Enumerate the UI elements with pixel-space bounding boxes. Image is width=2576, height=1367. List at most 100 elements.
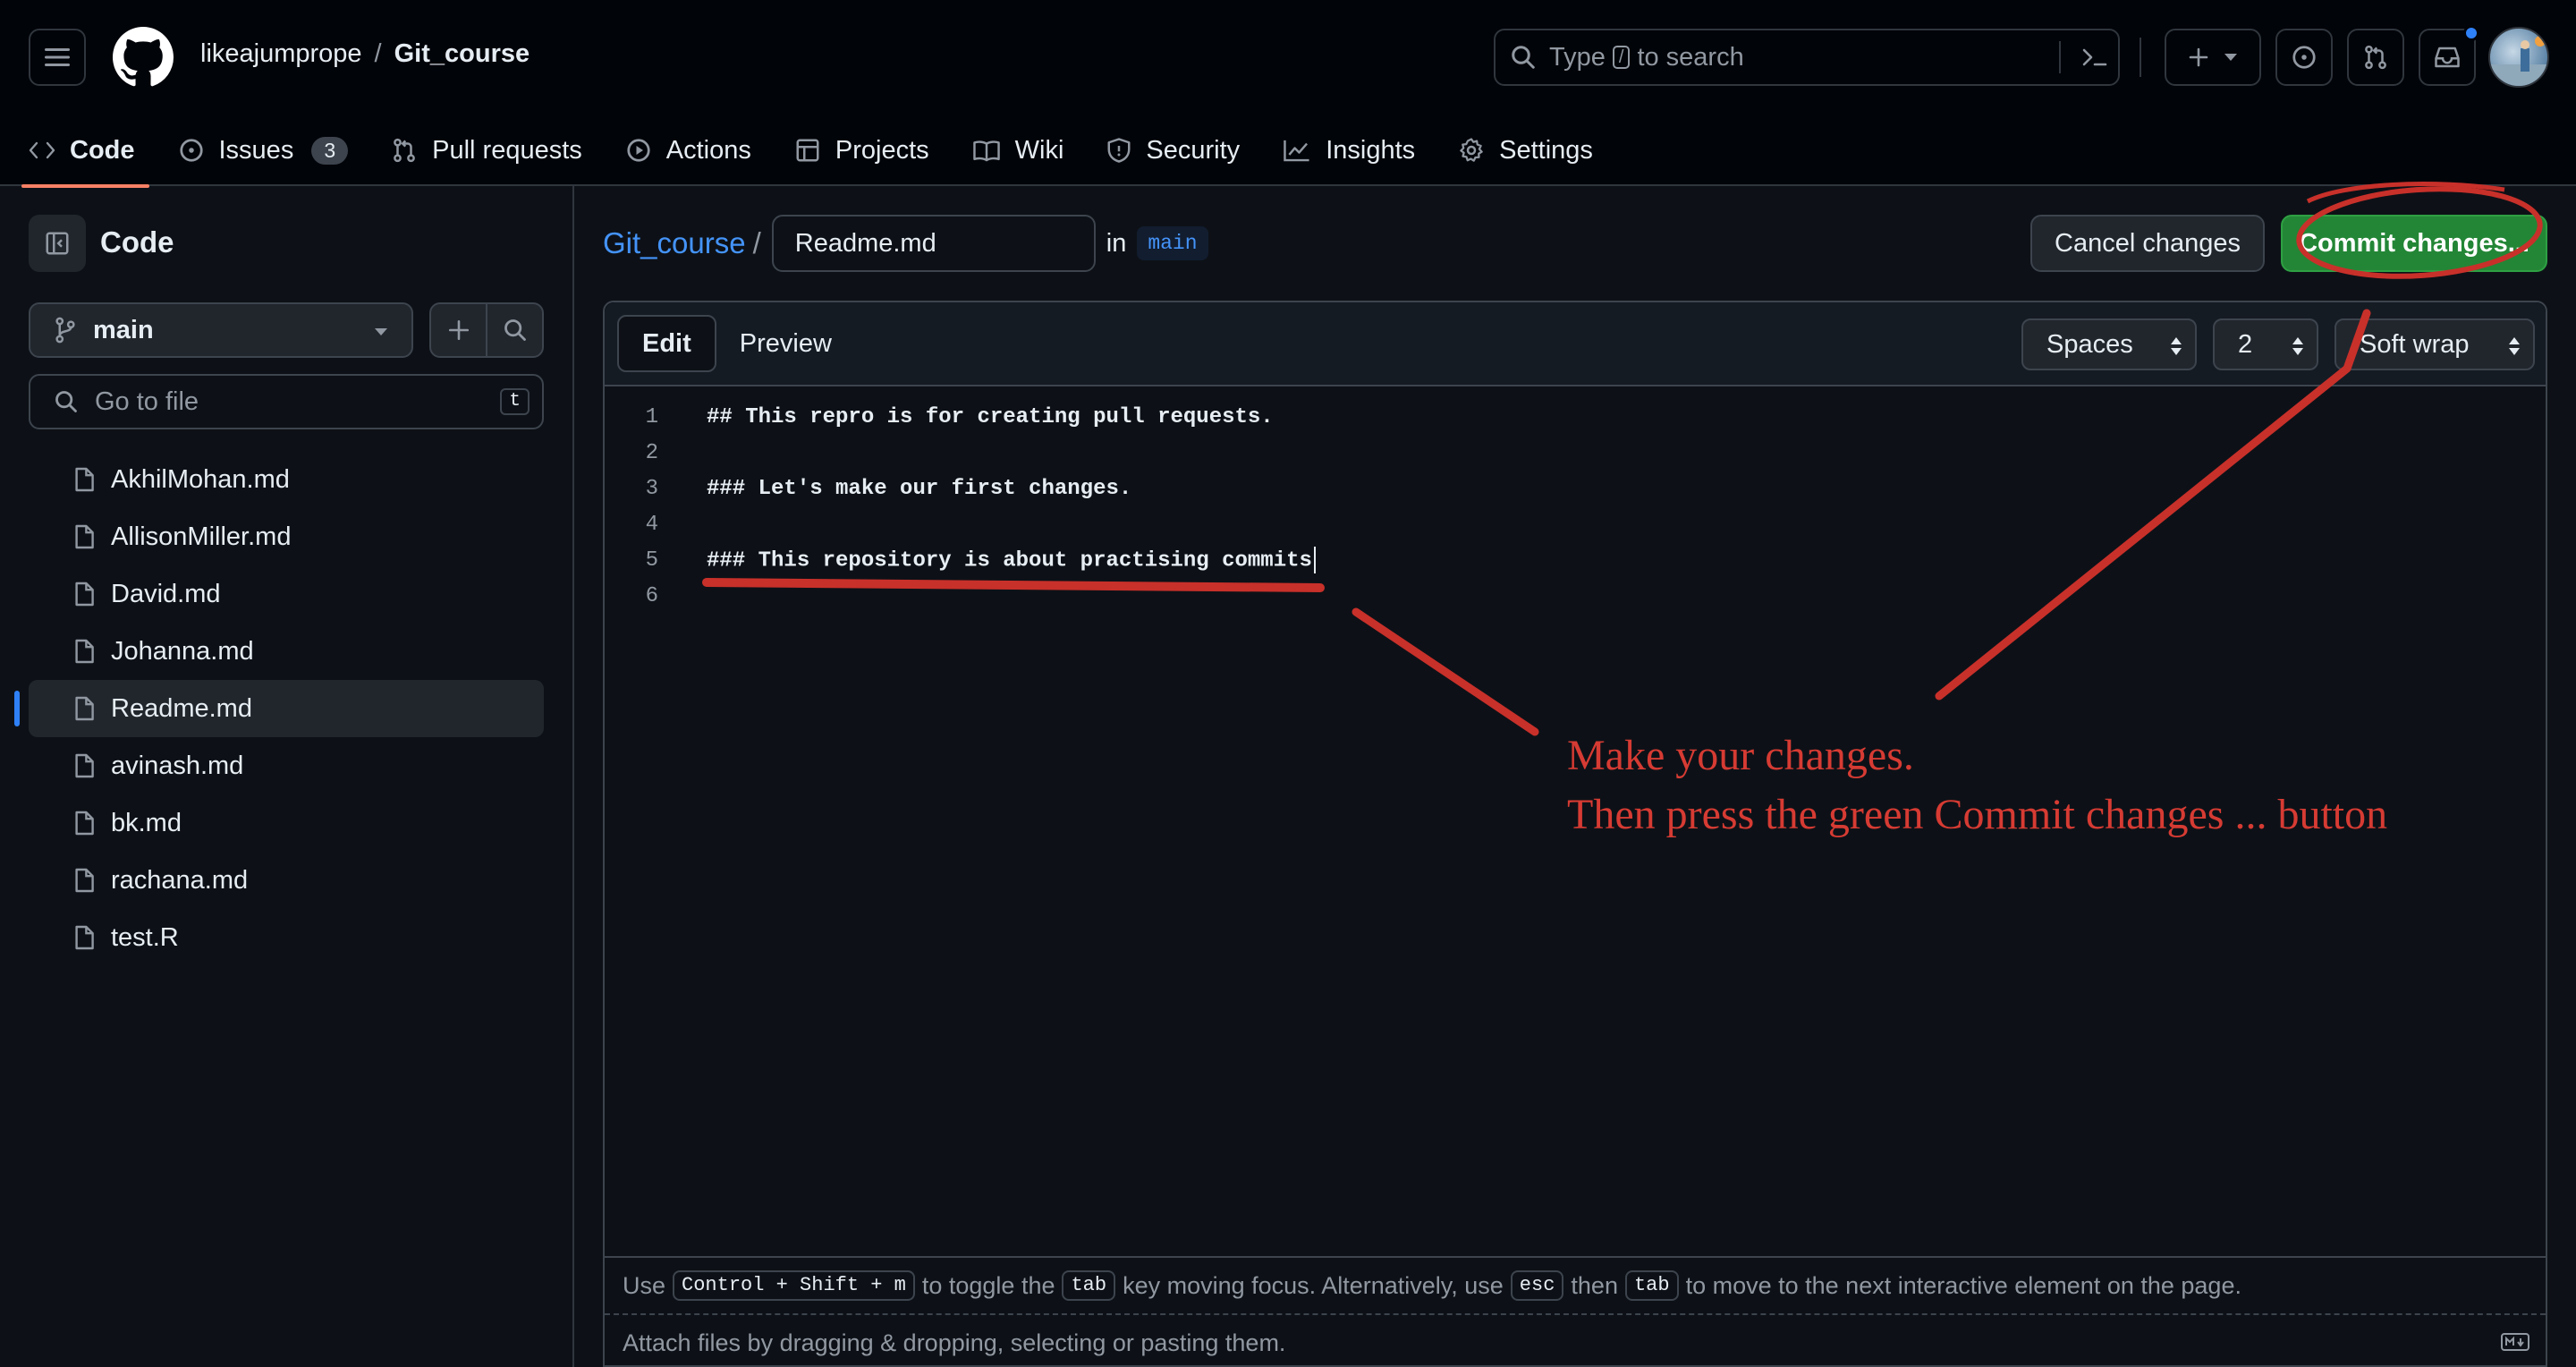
file-name: rachana.md — [111, 865, 249, 895]
file-actions-group — [429, 302, 544, 358]
attach-text: Attach files by dragging & dropping, sel… — [623, 1329, 1286, 1356]
issue-icon — [179, 139, 203, 162]
indent-mode-value: Spaces — [2046, 329, 2133, 359]
tab-settings[interactable]: Settings — [1458, 115, 1593, 186]
sidebar-collapse-icon — [46, 232, 69, 255]
updown-icon — [2292, 337, 2303, 355]
branch-name: main — [93, 315, 154, 344]
file-item-allisonmiller[interactable]: AllisonMiller.md — [29, 508, 544, 565]
tab-wiki[interactable]: Wiki — [972, 115, 1063, 186]
editor-breadcrumb: Git_course / Readme.md in main — [603, 215, 1208, 272]
tab-code[interactable]: Code — [21, 115, 148, 188]
code-line: 5 ### This repository is about practisin… — [605, 542, 2546, 578]
search-input[interactable]: Type / to search — [1494, 29, 2120, 86]
tab-preview[interactable]: Preview — [716, 315, 855, 372]
file-name: bk.md — [111, 808, 182, 837]
file-icon — [75, 811, 94, 836]
hamburger-icon — [45, 48, 70, 66]
command-palette-button[interactable] — [2059, 41, 2107, 73]
file-icon — [75, 524, 94, 549]
file-item-avinash[interactable]: avinash.md — [29, 737, 544, 794]
breadcrumb-separator: / — [374, 39, 382, 68]
file-icon — [75, 925, 94, 950]
in-label: in — [1106, 228, 1127, 258]
code-line: 2 — [605, 435, 2546, 471]
line-number: 1 — [645, 404, 658, 429]
tab-label: Pull requests — [432, 135, 582, 165]
wrap-mode-select[interactable]: Soft wrap — [2334, 318, 2535, 370]
menu-button[interactable] — [29, 29, 86, 86]
file-item-rachana[interactable]: rachana.md — [29, 852, 544, 909]
tab-projects[interactable]: Projects — [794, 115, 929, 186]
sidebar-title: Code — [100, 225, 174, 259]
shortcut-key: tab — [1062, 1270, 1116, 1301]
tab-label: Insights — [1326, 135, 1416, 165]
tab-pull-requests[interactable]: Pull requests — [391, 115, 582, 186]
avatar[interactable] — [2488, 27, 2549, 88]
updown-icon — [2171, 337, 2182, 355]
commit-changes-button[interactable]: Commit changes... — [2281, 215, 2547, 272]
editor-repo-link[interactable]: Git_course — [603, 226, 746, 260]
app-header: likeajumprope / Git_course Type / to searc… — [0, 0, 2576, 188]
file-item-johanna[interactable]: Johanna.md — [29, 623, 544, 680]
editor-toolbar: Edit Preview Spaces 2 Soft wrap — [605, 302, 2546, 386]
tab-security[interactable]: Security — [1106, 115, 1240, 186]
pull-requests-button[interactable] — [2347, 29, 2404, 86]
owner-link[interactable]: likeajumprope — [200, 39, 362, 68]
tab-label: Settings — [1499, 135, 1593, 165]
hint-text: key moving focus. Alternatively, use — [1123, 1271, 1504, 1299]
file-icon — [75, 753, 94, 778]
tab-label: Security — [1146, 135, 1241, 165]
issues-button[interactable] — [2275, 29, 2333, 86]
pull-request-icon — [2365, 45, 2386, 70]
tab-issues[interactable]: Issues 3 — [178, 115, 349, 186]
code-line: 3 ### Let's make our first changes. — [605, 471, 2546, 506]
file-name: AllisonMiller.md — [111, 522, 292, 551]
create-new-button[interactable] — [2165, 29, 2261, 86]
tab-edit[interactable]: Edit — [617, 315, 716, 372]
plus-icon — [2189, 47, 2208, 67]
go-to-file-input[interactable]: Go to file t — [29, 374, 544, 429]
line-content: ### Let's make our first changes. — [707, 476, 1132, 501]
repo-link[interactable]: Git_course — [394, 39, 530, 68]
shortcut-key: tab — [1624, 1270, 1679, 1301]
search-files-button[interactable] — [487, 304, 542, 356]
file-item-david[interactable]: David.md — [29, 565, 544, 623]
filename-input[interactable]: Readme.md — [771, 215, 1096, 272]
shortcut-key: esc — [1510, 1270, 1564, 1301]
keyboard-hint: Use Control + Shift + m to toggle the ta… — [605, 1256, 2546, 1313]
collapse-sidebar-button[interactable] — [29, 215, 86, 272]
attach-files-area[interactable]: Attach files by dragging & dropping, sel… — [605, 1313, 2546, 1367]
issues-count-badge: 3 — [311, 136, 349, 165]
hint-text: to move to the next interactive element … — [1685, 1271, 2241, 1299]
hint-text: then — [1571, 1271, 1618, 1299]
file-item-akhilmohan[interactable]: AkhilMohan.md — [29, 451, 544, 508]
file-item-bk[interactable]: bk.md — [29, 794, 544, 852]
github-logo-icon[interactable] — [113, 27, 174, 88]
repo-nav: Code Issues 3 Pull requests Actions Proj… — [21, 115, 1636, 188]
line-number: 2 — [645, 440, 658, 465]
search-icon — [504, 319, 526, 341]
annotation-line: Then press the green Commit changes ... … — [1567, 791, 2388, 838]
tab-label: Projects — [835, 135, 929, 165]
file-item-test-r[interactable]: test.R — [29, 909, 544, 966]
branch-badge: main — [1137, 226, 1208, 260]
breadcrumb-separator: / — [752, 226, 761, 259]
branch-selector[interactable]: main — [29, 302, 413, 358]
notification-indicator — [2463, 25, 2479, 41]
play-icon — [627, 139, 650, 162]
tab-insights[interactable]: Insights — [1283, 115, 1415, 186]
add-file-button[interactable] — [431, 304, 487, 356]
indent-size-select[interactable]: 2 — [2213, 318, 2318, 370]
line-content: ### This repository is about practising … — [707, 548, 1312, 573]
tab-actions[interactable]: Actions — [625, 115, 751, 186]
indent-mode-select[interactable]: Spaces — [2021, 318, 2197, 370]
cancel-changes-button[interactable]: Cancel changes — [2030, 215, 2265, 272]
branch-icon — [55, 317, 75, 344]
file-item-readme[interactable]: Readme.md — [14, 680, 544, 737]
file-tree-sidebar: Code main Go to file t AkhilMohan.md All… — [0, 186, 574, 1367]
file-icon — [75, 582, 94, 607]
file-icon — [75, 696, 94, 721]
go-to-file-shortcut: t — [500, 388, 530, 415]
line-number: 4 — [645, 512, 658, 537]
